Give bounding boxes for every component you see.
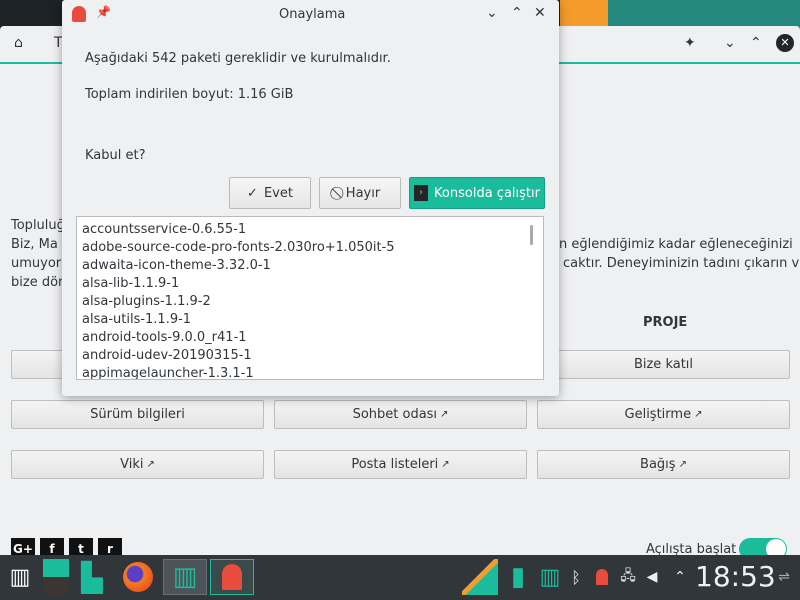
intro-text: Topluluğ [11,218,65,233]
dialog-title: Onaylama [279,7,346,22]
list-item: adobe-source-code-pro-fonts-2.030ro+1.05… [82,240,395,255]
minimize-button[interactable]: ⌄ [724,35,736,51]
package-list[interactable]: accountsservice-0.6.55-1 adobe-source-co… [76,216,544,380]
list-item: accountsservice-0.6.55-1 [82,222,247,237]
list-item: alsa-plugins-1.1.9-2 [82,294,211,309]
home-icon[interactable]: ⌂ [14,35,23,51]
list-item: adwaita-icon-theme-3.32.0-1 [82,258,271,273]
wiki-button[interactable]: Viki ↗ [11,450,264,479]
clock[interactable]: 18:53 [695,560,776,593]
list-item: alsa-lib-1.1.9-1 [82,276,180,291]
external-link-icon: ↗ [694,409,703,420]
chat-room-button[interactable]: Sohbet odası ↗ [274,400,527,429]
scrollbar[interactable] [530,225,533,245]
mailing-lists-button[interactable]: Posta listeleri ↗ [274,450,527,479]
list-item: android-tools-9.0.0_r41-1 [82,330,247,345]
intro-text: umuyor [11,256,62,271]
manjaro-hello-task[interactable]: ▥ [163,559,207,595]
tray-expand-icon[interactable]: ⌃ [662,559,698,595]
app-menu-icon[interactable]: ▥ [2,559,38,595]
editor-tray-icon[interactable] [462,559,498,595]
dialog-question: Kabul et? [85,148,146,163]
confirm-dialog: 📌 Onaylama ⌄ ⌃ ✕ Aşağıdaki 542 paketi ge… [62,0,559,396]
release-info-button[interactable]: Sürüm bilgileri [11,400,264,429]
external-link-icon: ↗ [440,409,449,420]
download-size: Toplam indirilen boyut: 1.16 GiB [85,87,294,102]
development-button[interactable]: Geliştirme ↗ [537,400,790,429]
terminal-icon: › [414,185,429,201]
intro-text: Biz, Ma [11,237,58,252]
pager-icon[interactable] [38,559,74,595]
dialog-maximize-button[interactable]: ⌃ [511,5,523,21]
run-in-console-button[interactable]: › Konsolda çalıştır [409,177,545,209]
pamac-ghost-icon [72,6,86,22]
list-item: alsa-utils-1.1.9-1 [82,312,192,327]
intro-text: caktır. Deneyiminizin tadını çıkarın ve [563,256,800,271]
pin-star-icon[interactable]: ✦ [684,35,696,51]
firefox-icon[interactable] [120,559,156,595]
trash-tray-icon[interactable]: ▮ [500,559,536,595]
dialog-close-button[interactable]: ✕ [534,5,546,21]
intro-text: n eğlendiğimiz kadar eğleneceğinizi [559,237,793,252]
dialog-message: Aşağıdaki 542 paketi gereklidir ve kurul… [85,51,391,66]
maximize-button[interactable]: ⌃ [750,35,762,51]
join-button[interactable]: Bize katıl [537,350,790,379]
list-item: android-udev-20190315-1 [82,348,252,363]
intro-text: bize dön [11,275,67,290]
panel-settings-icon[interactable]: ⇌ [766,559,800,595]
no-button[interactable]: ⃠Hayır [319,177,401,209]
yes-button[interactable]: ✓ Evet [229,177,311,209]
check-icon: ✓ [247,185,258,201]
list-item: appimagelauncher-1.3.1-1 [82,366,254,380]
donate-button[interactable]: Bağış ↗ [537,450,790,479]
external-link-icon: ↗ [678,459,687,470]
pin-icon[interactable]: 📌 [96,5,111,19]
taskbar: ▥ ▙ ▥ ▮ ▥ ᛒ 🖧 ◀ ⌃ 18:53 ⇌ [0,555,800,600]
pamac-task[interactable] [210,559,254,595]
external-link-icon: ↗ [441,459,450,470]
section-heading-proje: PROJE [643,315,688,330]
dialog-minimize-button[interactable]: ⌄ [486,5,498,21]
external-link-icon: ↗ [146,459,155,470]
file-manager-icon[interactable]: ▙ [74,559,110,595]
close-button[interactable]: ✕ [776,34,794,52]
